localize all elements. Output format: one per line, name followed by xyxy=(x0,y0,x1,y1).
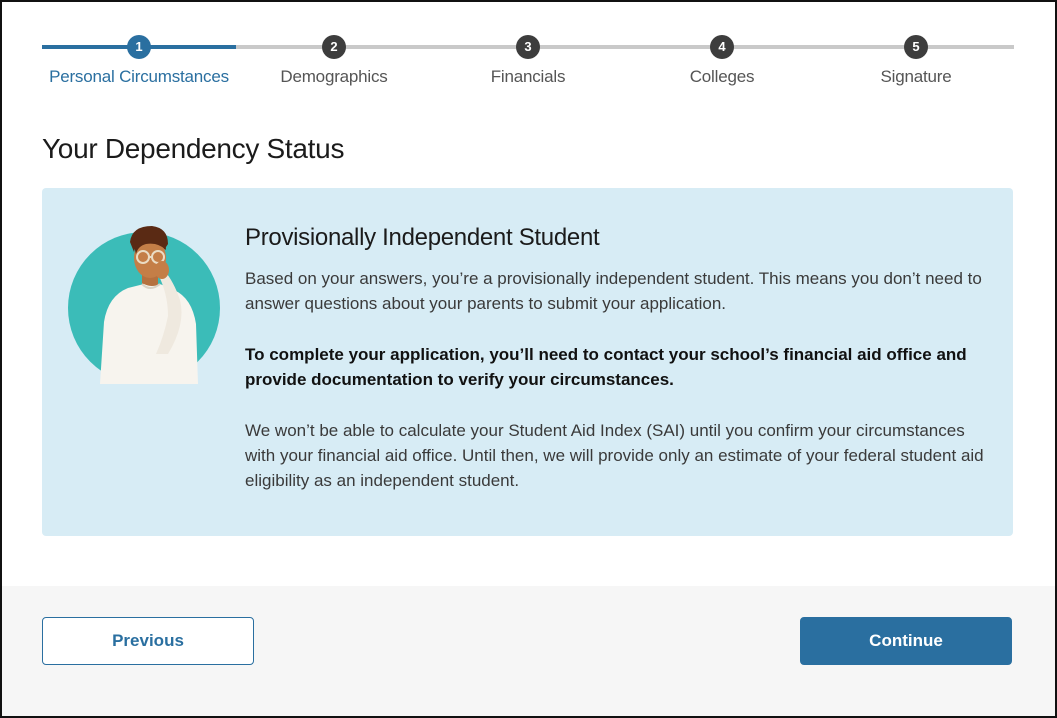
step-label: Personal Circumstances xyxy=(49,67,229,86)
step-demographics[interactable]: 2 Demographics xyxy=(278,35,390,87)
dependency-status-panel: Provisionally Independent Student Based … xyxy=(42,188,1013,536)
step-label: Demographics xyxy=(280,67,388,86)
step-label: Financials xyxy=(490,67,566,86)
page-title: Your Dependency Status xyxy=(42,133,345,164)
step-number-badge: 2 xyxy=(322,35,346,59)
action-required-notice: To complete your application, you’ll nee… xyxy=(245,345,967,389)
step-financials[interactable]: 3 Financials xyxy=(484,35,572,87)
step-personal-circumstances[interactable]: 1 Personal Circumstances xyxy=(42,35,236,87)
progress-stepper: 1 Personal Circumstances 2 Demographics … xyxy=(42,35,1014,95)
application-page: 1 Personal Circumstances 2 Demographics … xyxy=(0,0,1057,718)
step-number-badge: 1 xyxy=(127,35,151,59)
step-number-badge: 4 xyxy=(710,35,734,59)
sai-notice: We won’t be able to calculate your Stude… xyxy=(245,421,984,490)
student-illustration xyxy=(68,226,220,384)
status-heading: Provisionally Independent Student xyxy=(245,224,600,251)
step-colleges[interactable]: 4 Colleges xyxy=(682,35,762,87)
step-signature[interactable]: 5 Signature xyxy=(874,35,958,87)
navigation-footer: Previous Continue xyxy=(2,586,1055,716)
status-message: Provisionally Independent Student Based … xyxy=(245,224,985,519)
step-number-badge: 3 xyxy=(516,35,540,59)
continue-button[interactable]: Continue xyxy=(800,617,1012,665)
status-explanation: Based on your answers, you’re a provisio… xyxy=(245,269,982,313)
step-label: Signature xyxy=(880,67,952,86)
previous-button[interactable]: Previous xyxy=(42,617,254,665)
step-label: Colleges xyxy=(689,67,755,86)
step-number-badge: 5 xyxy=(904,35,928,59)
